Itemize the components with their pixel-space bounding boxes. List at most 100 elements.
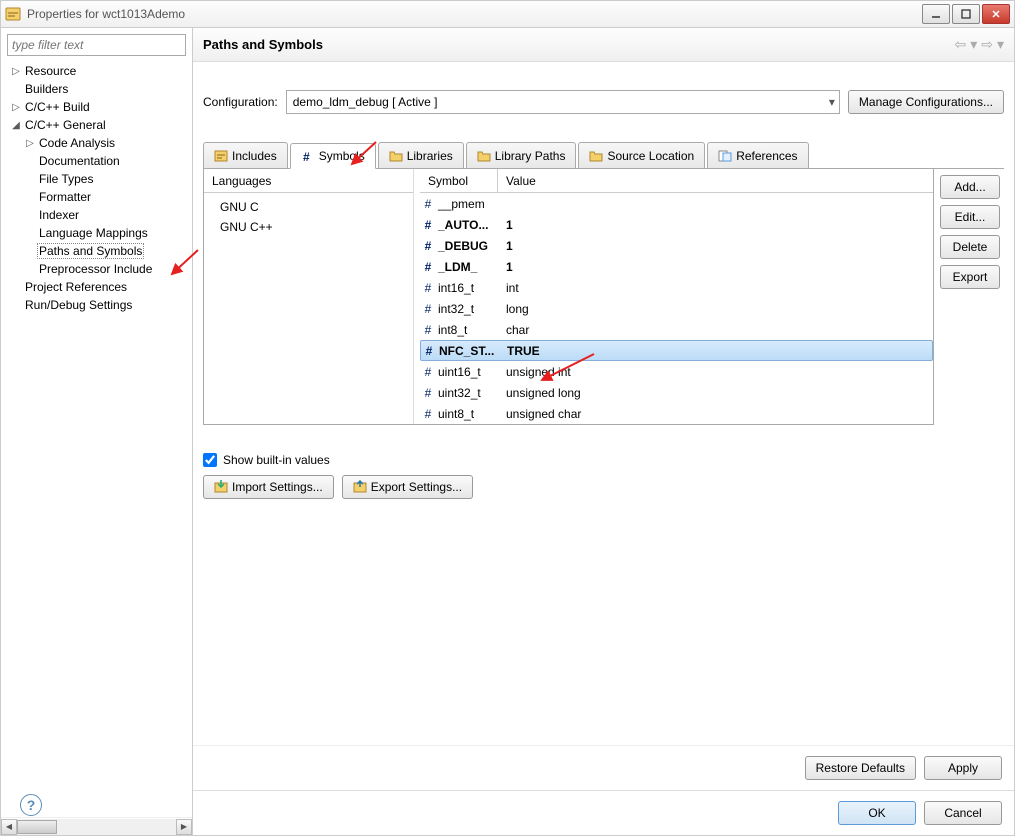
tab-library-paths[interactable]: Library Paths bbox=[466, 142, 577, 168]
hash-icon: # bbox=[420, 197, 436, 211]
symbol-value: 1 bbox=[498, 218, 933, 232]
edit-button[interactable]: Edit... bbox=[940, 205, 1000, 229]
symbol-value: unsigned int bbox=[498, 365, 933, 379]
help-icon[interactable]: ? bbox=[20, 794, 42, 816]
tree-item-c-c-general[interactable]: ◢C/C++ General bbox=[3, 116, 190, 134]
tab-libraries[interactable]: Libraries bbox=[378, 142, 464, 168]
restore-defaults-button[interactable]: Restore Defaults bbox=[805, 756, 916, 780]
symbol-value: long bbox=[498, 302, 933, 316]
tab-includes[interactable]: Includes bbox=[203, 142, 288, 168]
cancel-button[interactable]: Cancel bbox=[924, 801, 1002, 825]
language-item[interactable]: GNU C bbox=[204, 197, 413, 217]
scroll-thumb[interactable] bbox=[17, 820, 57, 834]
export-icon bbox=[353, 479, 367, 496]
twisty-icon[interactable]: ▷ bbox=[9, 102, 23, 113]
tree-item-project-references[interactable]: Project References bbox=[3, 278, 190, 296]
tree-item-preprocessor-include[interactable]: Preprocessor Include bbox=[3, 260, 190, 278]
symbol-row[interactable]: #int16_tint bbox=[420, 277, 933, 298]
symbol-row[interactable]: #_AUTO...1 bbox=[420, 214, 933, 235]
symbol-name: int8_t bbox=[436, 323, 498, 337]
tree-item-run-debug-settings[interactable]: Run/Debug Settings bbox=[3, 296, 190, 314]
tree-label: Formatter bbox=[37, 190, 93, 204]
hash-icon: # bbox=[420, 323, 436, 337]
export-button[interactable]: Export bbox=[940, 265, 1000, 289]
nav-arrows: ⇦ ▾ ⇨ ▾ bbox=[954, 36, 1004, 53]
symbol-name: __pmem bbox=[436, 197, 498, 211]
window-title: Properties for wct1013Ademo bbox=[27, 7, 922, 21]
symbol-row[interactable]: #int8_tchar bbox=[420, 319, 933, 340]
nav-fwd-icon[interactable]: ⇨ bbox=[981, 36, 993, 53]
delete-button[interactable]: Delete bbox=[940, 235, 1000, 259]
symbol-row[interactable]: #__pmem bbox=[420, 193, 933, 214]
symbol-row[interactable]: #uint32_tunsigned long bbox=[420, 382, 933, 403]
tree-item-builders[interactable]: Builders bbox=[3, 80, 190, 98]
tab-symbols[interactable]: #Symbols bbox=[290, 143, 376, 169]
tree-item-indexer[interactable]: Indexer bbox=[3, 206, 190, 224]
tab-label: Library Paths bbox=[495, 149, 566, 163]
manage-configurations-button[interactable]: Manage Configurations... bbox=[848, 90, 1004, 114]
nav-tree[interactable]: ▷ResourceBuilders▷C/C++ Build◢C/C++ Gene… bbox=[1, 62, 192, 817]
tree-label: Paths and Symbols bbox=[37, 243, 144, 259]
ok-button[interactable]: OK bbox=[838, 801, 916, 825]
symbol-row[interactable]: #_DEBUG1 bbox=[420, 235, 933, 256]
nav-back-menu-icon[interactable]: ▾ bbox=[970, 36, 977, 53]
languages-list[interactable]: GNU CGNU C++ bbox=[204, 193, 413, 424]
symbol-column-header[interactable]: Symbol bbox=[420, 169, 498, 192]
language-item[interactable]: GNU C++ bbox=[204, 217, 413, 237]
add-button[interactable]: Add... bbox=[940, 175, 1000, 199]
symbol-row[interactable]: #int32_tlong bbox=[420, 298, 933, 319]
symbol-row[interactable]: #_LDM_1 bbox=[420, 256, 933, 277]
nav-fwd-menu-icon[interactable]: ▾ bbox=[997, 36, 1004, 53]
tree-item-file-types[interactable]: File Types bbox=[3, 170, 190, 188]
apply-button[interactable]: Apply bbox=[924, 756, 1002, 780]
tree-item-documentation[interactable]: Documentation bbox=[3, 152, 190, 170]
hash-icon: # bbox=[420, 407, 436, 421]
tree-item-formatter[interactable]: Formatter bbox=[3, 188, 190, 206]
footer-top: Restore Defaults Apply bbox=[193, 745, 1014, 790]
twisty-icon[interactable]: ▷ bbox=[23, 138, 37, 149]
tree-item-resource[interactable]: ▷Resource bbox=[3, 62, 190, 80]
tree-item-language-mappings[interactable]: Language Mappings bbox=[3, 224, 190, 242]
twisty-icon[interactable]: ▷ bbox=[9, 66, 23, 77]
tab-references[interactable]: References bbox=[707, 142, 808, 168]
tree-label: Language Mappings bbox=[37, 226, 150, 240]
symbol-row[interactable]: #uint16_tunsigned int bbox=[420, 361, 933, 382]
hash-icon: # bbox=[420, 239, 436, 253]
tree-item-code-analysis[interactable]: ▷Code Analysis bbox=[3, 134, 190, 152]
tab-label: Libraries bbox=[407, 149, 453, 163]
value-column-header[interactable]: Value bbox=[498, 169, 933, 192]
config-row: Configuration: demo_ldm_debug [ Active ]… bbox=[203, 90, 1004, 114]
export-settings-button[interactable]: Export Settings... bbox=[342, 475, 473, 499]
show-builtin-label: Show built-in values bbox=[223, 453, 330, 467]
h-scrollbar[interactable]: ◀ ▶ bbox=[1, 817, 192, 835]
tab-source-location[interactable]: Source Location bbox=[578, 142, 705, 168]
window-buttons bbox=[922, 4, 1010, 24]
filter-input[interactable] bbox=[7, 34, 186, 56]
scroll-left[interactable]: ◀ bbox=[1, 819, 17, 835]
maximize-button[interactable] bbox=[952, 4, 980, 24]
twisty-icon[interactable]: ◢ bbox=[9, 120, 23, 131]
config-select[interactable]: demo_ldm_debug [ Active ] bbox=[286, 90, 840, 114]
scroll-track[interactable] bbox=[17, 819, 176, 835]
languages-panel: Languages GNU CGNU C++ bbox=[204, 169, 414, 424]
folder-icon bbox=[389, 149, 403, 163]
symbol-row[interactable]: #NFC_ST...TRUE bbox=[420, 340, 933, 361]
tree-item-paths-and-symbols[interactable]: Paths and Symbols bbox=[3, 242, 190, 260]
symbol-value: unsigned char bbox=[498, 407, 933, 421]
import-settings-button[interactable]: Import Settings... bbox=[203, 475, 334, 499]
symbols-panel: Symbol Value #__pmem#_AUTO...1#_DEBUG1#_… bbox=[420, 169, 933, 424]
symbol-row[interactable]: #uint8_tunsigned char bbox=[420, 403, 933, 424]
app-icon bbox=[5, 6, 21, 22]
close-button[interactable] bbox=[982, 4, 1010, 24]
scroll-right[interactable]: ▶ bbox=[176, 819, 192, 835]
tree-item-c-c-build[interactable]: ▷C/C++ Build bbox=[3, 98, 190, 116]
symbols-list[interactable]: #__pmem#_AUTO...1#_DEBUG1#_LDM_1#int16_t… bbox=[420, 193, 933, 424]
symbols-header: Symbol Value bbox=[420, 169, 933, 193]
show-builtin-checkbox[interactable] bbox=[203, 453, 217, 467]
tree-label: C/C++ General bbox=[23, 118, 108, 132]
nav-back-icon[interactable]: ⇦ bbox=[954, 36, 966, 53]
symbol-value: 1 bbox=[498, 239, 933, 253]
includes-icon bbox=[214, 149, 228, 163]
tabs: Includes#Symbols Libraries Library Paths So… bbox=[203, 142, 1004, 169]
minimize-button[interactable] bbox=[922, 4, 950, 24]
